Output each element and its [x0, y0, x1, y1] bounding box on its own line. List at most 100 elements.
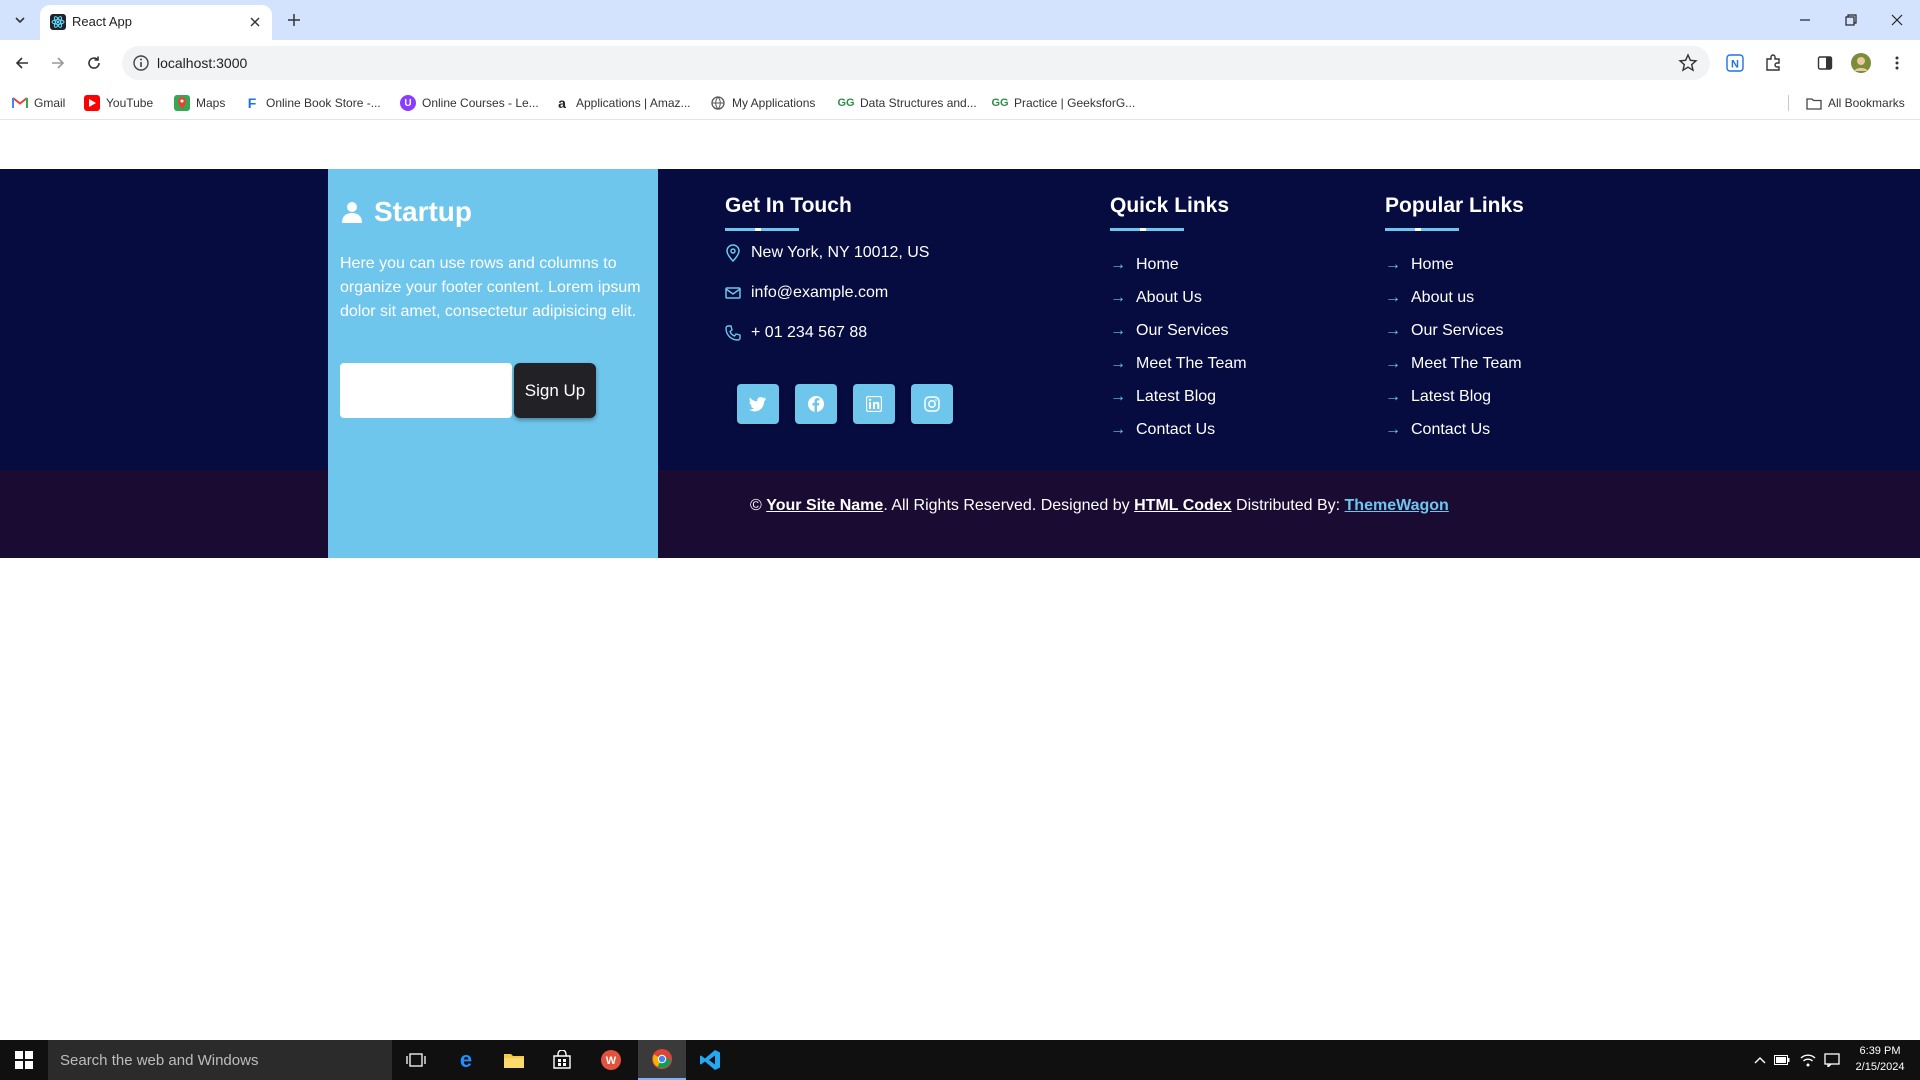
geeksforgeeks-icon: GG: [837, 97, 855, 109]
quick-link-contact[interactable]: → Contact Us: [1110, 413, 1247, 446]
tray-chevron-up-icon[interactable]: [1752, 1052, 1768, 1068]
profile-avatar[interactable]: [1850, 52, 1872, 74]
taskbar-edge[interactable]: e: [442, 1040, 490, 1080]
wps-icon: W: [601, 1050, 621, 1070]
forward-button[interactable]: [46, 51, 70, 75]
star-icon[interactable]: [1678, 53, 1698, 73]
twitter-button[interactable]: [737, 384, 779, 424]
youtube-icon: [84, 95, 100, 111]
quick-link-blog[interactable]: → Latest Blog: [1110, 380, 1247, 413]
reload-button[interactable]: [82, 51, 106, 75]
facebook-icon: [808, 396, 824, 412]
distributor-link[interactable]: ThemeWagon: [1345, 497, 1449, 515]
contact-email: info@example.com: [725, 282, 888, 304]
quick-link-home[interactable]: → Home: [1110, 248, 1247, 281]
folder-icon: [1806, 95, 1822, 111]
taskbar-file-explorer[interactable]: [490, 1040, 538, 1080]
user-icon: [342, 202, 362, 223]
browser-tab[interactable]: React App: [40, 5, 272, 40]
battery-icon[interactable]: [1774, 1052, 1790, 1068]
signup-button[interactable]: Sign Up: [514, 363, 596, 418]
task-view-button[interactable]: [392, 1040, 440, 1080]
bookmark-amazon[interactable]: a Applications | Amaz...: [554, 93, 690, 113]
reload-icon: [88, 56, 100, 69]
info-icon[interactable]: [132, 54, 150, 72]
new-tab-button[interactable]: [282, 8, 306, 32]
bookmark-online-courses[interactable]: U Online Courses - Le...: [400, 93, 539, 113]
taskbar-vscode[interactable]: [686, 1040, 734, 1080]
quick-link-about[interactable]: → About Us: [1110, 281, 1247, 314]
taskbar-store[interactable]: [538, 1040, 586, 1080]
quick-link-services[interactable]: → Our Services: [1110, 314, 1247, 347]
edge-icon: e: [460, 1049, 472, 1071]
maps-icon: [174, 95, 190, 111]
site-name-link[interactable]: Your Site Name: [766, 497, 883, 515]
quick-links-title: Quick Links: [1110, 194, 1230, 217]
menu-kebab-icon[interactable]: [1886, 52, 1908, 74]
bookmark-youtube[interactable]: YouTube: [84, 93, 153, 113]
arrow-left-icon: [15, 57, 28, 69]
bookmark-maps[interactable]: Maps: [174, 93, 225, 113]
svg-text:W: W: [606, 1055, 617, 1067]
newsletter-email-input[interactable]: [340, 363, 512, 418]
wifi-icon[interactable]: [1800, 1052, 1816, 1068]
quick-link-team[interactable]: → Meet The Team: [1110, 347, 1247, 380]
facebook-button[interactable]: [795, 384, 837, 424]
linkedin-button[interactable]: [853, 384, 895, 424]
taskbar-chrome[interactable]: [638, 1040, 686, 1080]
designer-link[interactable]: HTML Codex: [1134, 497, 1231, 515]
popular-link-about[interactable]: → About us: [1385, 281, 1522, 314]
arrow-right-icon: [52, 57, 65, 69]
map-marker-icon: [726, 244, 740, 262]
courses-icon: U: [400, 95, 416, 111]
taskbar-search-box[interactable]: Search the web and Windows: [48, 1040, 392, 1080]
bookmark-data-structures[interactable]: GG Data Structures and...: [837, 93, 976, 113]
restore-button[interactable]: [1828, 0, 1874, 40]
linkedin-icon: [866, 396, 882, 412]
vscode-icon: [700, 1050, 720, 1070]
taskbar-search-placeholder: Search the web and Windows: [60, 1052, 259, 1069]
tab-search-button[interactable]: [8, 8, 32, 32]
address-bar[interactable]: localhost:3000: [122, 46, 1710, 80]
arrow-right-icon: →: [1110, 387, 1126, 405]
notifications-icon[interactable]: [1824, 1052, 1840, 1068]
popular-link-home[interactable]: → Home: [1385, 248, 1522, 281]
tab-title: React App: [72, 14, 132, 29]
arrow-right-icon: →: [1385, 354, 1401, 372]
contact-address: New York, NY 10012, US: [725, 242, 929, 264]
popular-link-services[interactable]: → Our Services: [1385, 314, 1522, 347]
browser-tab-strip: React App: [0, 0, 1920, 40]
instagram-button[interactable]: [911, 384, 953, 424]
taskbar-wps[interactable]: W: [587, 1040, 635, 1080]
arrow-right-icon: →: [1385, 288, 1401, 306]
side-panel-icon[interactable]: [1814, 52, 1836, 74]
store-icon: [553, 1050, 571, 1069]
minimize-icon: [1800, 19, 1810, 21]
popular-link-contact[interactable]: → Contact Us: [1385, 413, 1522, 446]
arrow-right-icon: →: [1110, 354, 1126, 372]
contact-title-underline: [725, 228, 799, 231]
all-bookmarks-button[interactable]: All Bookmarks: [1806, 93, 1905, 113]
extensions-puzzle-icon[interactable]: [1762, 52, 1784, 74]
arrow-right-icon: →: [1110, 321, 1126, 339]
start-button[interactable]: [0, 1040, 48, 1080]
bookmark-book-store[interactable]: F Online Book Store -...: [244, 93, 381, 113]
popular-link-blog[interactable]: → Latest Blog: [1385, 380, 1522, 413]
tab-close-button[interactable]: [246, 13, 264, 31]
extension-n-icon[interactable]: N: [1724, 52, 1746, 74]
minimize-button[interactable]: [1782, 0, 1828, 40]
svg-text:e: e: [460, 1049, 472, 1071]
footer-brand[interactable]: Startup: [340, 194, 472, 230]
bookmark-gmail[interactable]: Gmail: [12, 93, 65, 113]
bookmark-my-applications[interactable]: My Applications: [710, 93, 815, 113]
svg-text:N: N: [1731, 59, 1739, 71]
taskbar-clock[interactable]: 6:39 PM 2/15/2024: [1846, 1043, 1914, 1075]
bookmark-practice-geeksforgeeks[interactable]: GG Practice | GeeksforG...: [991, 93, 1135, 113]
back-button[interactable]: [10, 51, 34, 75]
bookmarks-bar: Gmail YouTube Maps F Online Book Store -…: [0, 86, 1920, 120]
windows-taskbar: Search the web and Windows e W 6:39 PM 2…: [0, 1040, 1920, 1080]
task-view-icon: [406, 1053, 426, 1067]
close-window-button[interactable]: [1874, 0, 1920, 40]
popular-link-team[interactable]: → Meet The Team: [1385, 347, 1522, 380]
bookstore-icon: F: [247, 95, 257, 111]
